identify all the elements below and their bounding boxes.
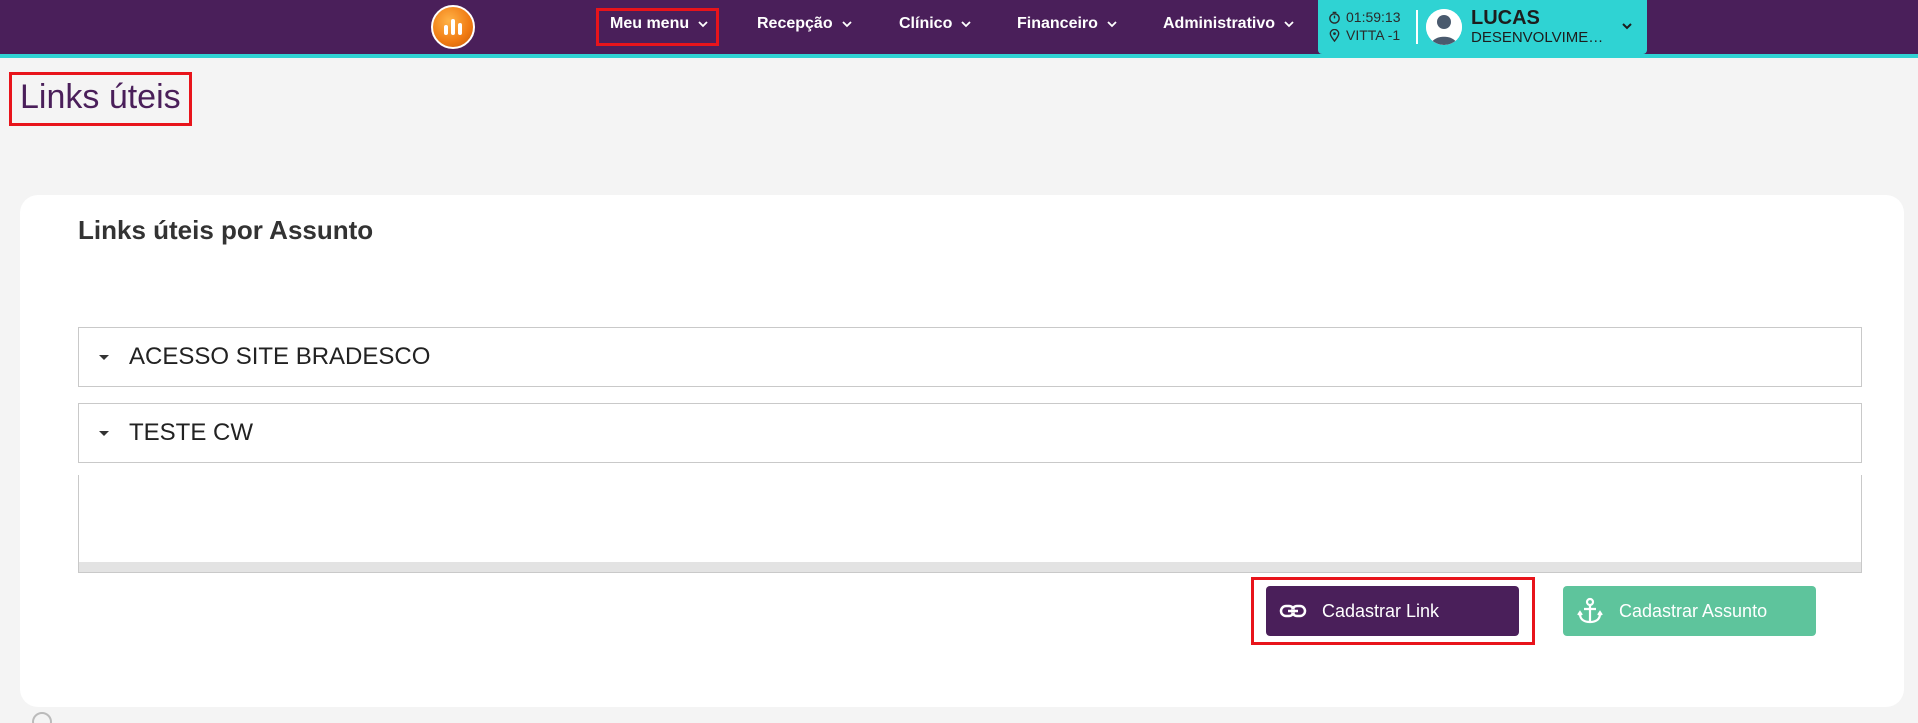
chevron-down-icon [1107,21,1117,28]
accordion-teste-cw[interactable]: TESTE CW [78,403,1862,463]
horizontal-scrollbar[interactable] [79,562,1861,572]
session-info: 01:59:13 VITTA -1 [1328,8,1401,44]
cadastrar-assunto-label: Cadastrar Assunto [1619,600,1768,621]
nav-recepcao-label: Recepção [757,15,833,32]
top-navbar: Meu menu Recepção Clínico Financeiro Adm… [0,0,1918,54]
chevron-down-icon [1284,21,1294,28]
highlight-meu-menu [596,8,719,46]
brand-logo[interactable] [431,5,475,49]
nav-recepcao[interactable]: Recepção [757,0,853,48]
accordion-label: ACESSO SITE BRADESCO [129,343,431,370]
session-location: VITTA -1 [1346,27,1401,43]
stopwatch-icon [1329,11,1340,24]
accordion-acesso-site-bradesco[interactable]: ACESSO SITE BRADESCO [78,327,1862,387]
highlight-cadastrar-link [1251,577,1535,645]
user-role: DESENVOLVIMEN... [1471,29,1611,46]
caret-down-icon [99,355,109,360]
user-avatar-icon [1426,9,1462,45]
nav-clinico-label: Clínico [899,15,953,32]
user-panel[interactable]: 01:59:13 VITTA -1 LUCAS DESENVOLVIMEN... [1318,0,1647,54]
user-name: LUCAS [1471,7,1540,29]
accordion-content-area [78,475,1862,573]
highlight-page-title [9,72,192,126]
nav-administrativo[interactable]: Administrativo [1163,0,1295,48]
topbar-accent-line [0,54,1918,58]
nav-financeiro[interactable]: Financeiro [1017,0,1118,48]
nav-financeiro-label: Financeiro [1017,15,1098,32]
links-card: Links úteis por Assunto ACESSO SITE BRAD… [20,195,1904,707]
chevron-down-icon[interactable] [1620,19,1634,33]
nav-administrativo-label: Administrativo [1163,15,1276,32]
chevron-down-icon [841,21,852,28]
divider [1416,10,1418,44]
anchor-icon [1577,597,1603,624]
help-icon[interactable] [32,712,52,723]
session-time: 01:59:13 [1346,9,1401,25]
nav-clinico[interactable]: Clínico [899,0,972,48]
accordion-label: TESTE CW [129,419,253,446]
caret-down-icon [99,431,109,436]
location-pin-icon [1329,28,1340,42]
chevron-down-icon [961,21,971,28]
card-title: Links úteis por Assunto [78,215,374,245]
cadastrar-assunto-button[interactable]: Cadastrar Assunto [1563,586,1816,636]
